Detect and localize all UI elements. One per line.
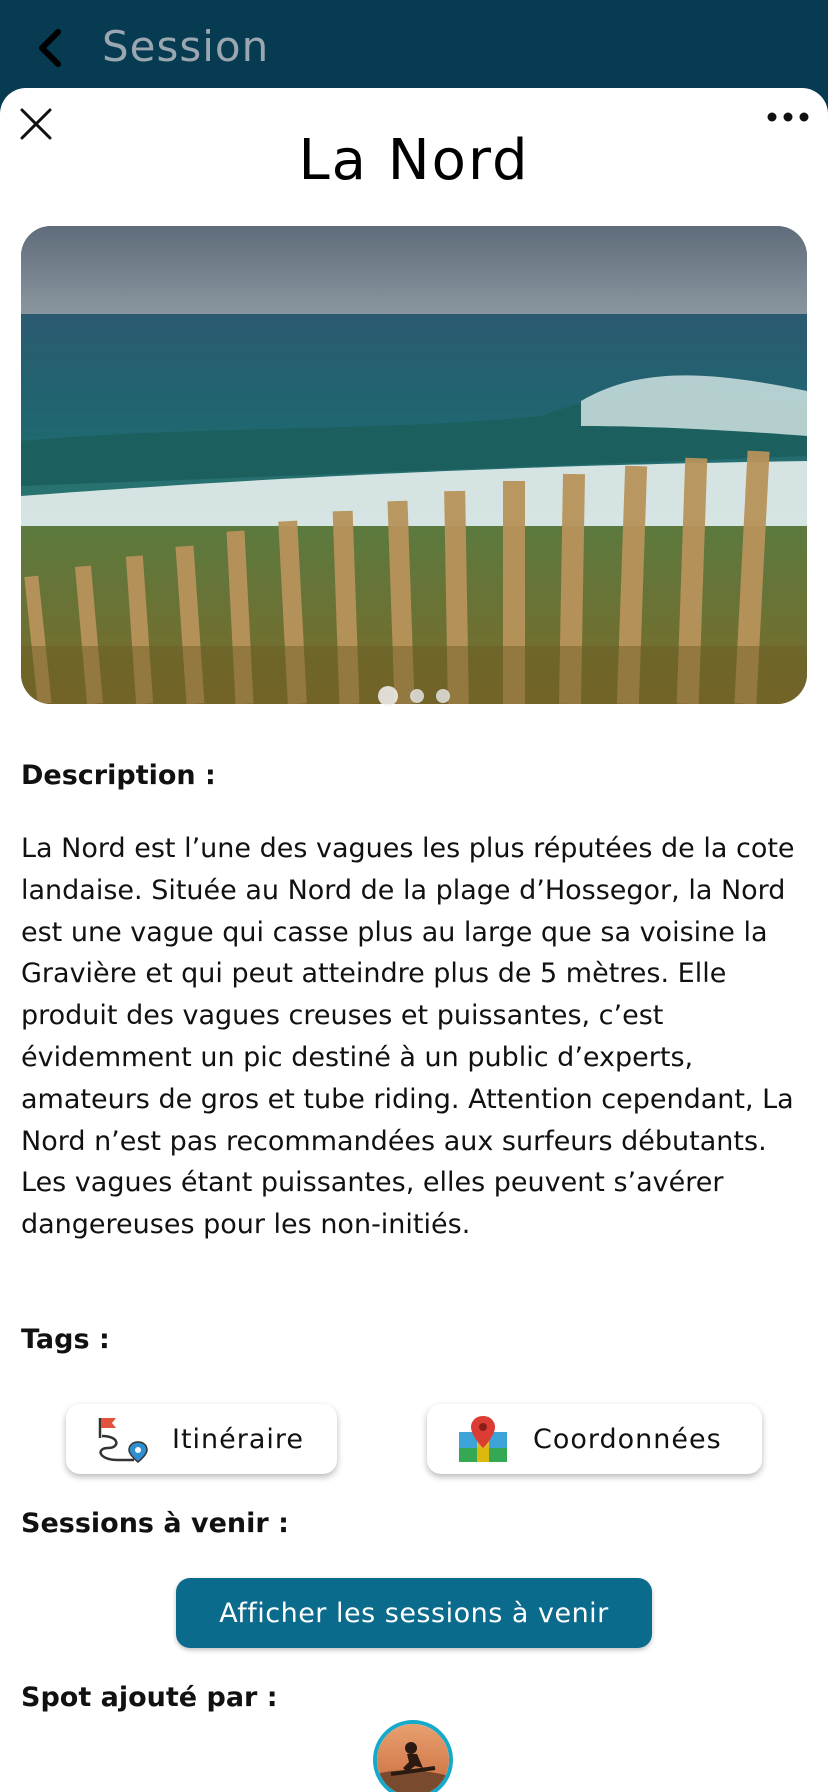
carousel-dot[interactable]	[378, 686, 398, 706]
spot-detail-sheet: La Nord Description: La Nord est l’une …	[0, 88, 828, 1792]
avatar[interactable]	[373, 1720, 453, 1792]
description-text: La Nord est l’une des vagues les plus ré…	[21, 833, 795, 1241]
coordinates-button[interactable]: Coordonnées	[427, 1404, 762, 1474]
sessions-label: Sessions à venir :	[21, 1508, 289, 1539]
show-upcoming-sessions-button[interactable]: Afficher les sessions à venir	[176, 1578, 652, 1648]
avatar-image	[377, 1724, 449, 1792]
spot-photo	[21, 226, 807, 704]
page-title: Session	[102, 22, 270, 71]
carousel-dot[interactable]	[436, 689, 450, 703]
itinerary-label: Itinéraire	[172, 1423, 305, 1455]
itinerary-button[interactable]: Itinéraire	[66, 1404, 337, 1474]
added-by-label: Spot ajouté par :	[21, 1682, 278, 1713]
map-pin-icon	[459, 1416, 507, 1462]
photo-carousel[interactable]	[21, 226, 807, 704]
description-label: Description :	[21, 760, 216, 791]
coordinates-label: Coordonnées	[533, 1423, 722, 1455]
carousel-dot[interactable]	[410, 689, 424, 703]
more-horizontal-icon[interactable]	[766, 110, 810, 124]
spot-title: La Nord	[298, 128, 530, 193]
tags-label: Tags :	[21, 1324, 110, 1355]
chevron-left-icon[interactable]	[30, 26, 74, 70]
top-app-bar: Session	[0, 0, 828, 100]
route-icon	[98, 1418, 148, 1463]
carousel-pagination[interactable]	[0, 686, 828, 707]
